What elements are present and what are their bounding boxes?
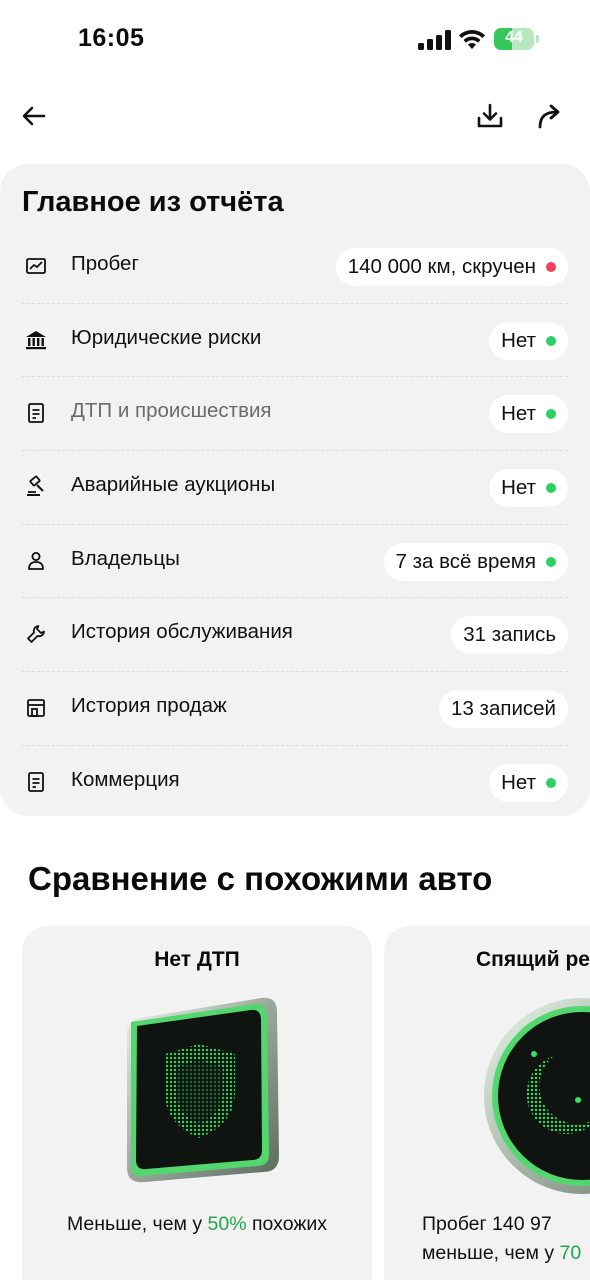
status-dot (546, 335, 556, 346)
status-dot (546, 262, 556, 272)
comparison-card-title: Спящий ре (476, 948, 590, 971)
comparison-card-sleep-mode[interactable]: Спящий ре Пробег 140 97 меньше, чем у 70 (384, 926, 590, 1280)
summary-list: Пробег 140 000 км, скручен Юридические рис… (22, 230, 568, 819)
summary-row-label: Владельцы (71, 546, 180, 570)
summary-row-label: Аварийные аукционы (71, 473, 276, 497)
status-dot (546, 556, 556, 567)
summary-row-value-pill: Нет (489, 469, 568, 508)
share-arrow-icon (538, 104, 560, 129)
summary-row-label: Пробег (71, 252, 139, 275)
status-time: 16:05 (78, 24, 145, 52)
summary-row-label: ДТП и происшествия (71, 399, 272, 423)
summary-row[interactable]: История обслуживания 31 запись (22, 598, 568, 673)
comparison-carousel[interactable]: Нет ДТП Меньше, чем у 50% похожих Спящий… (0, 926, 590, 1280)
comparison-card-description: Пробег 140 97 меньше, чем у 70 (422, 1213, 582, 1264)
status-dot (546, 777, 556, 788)
summary-row[interactable]: Коммерция Нет (22, 746, 568, 819)
top-navigation (0, 90, 590, 146)
report-summary-card: Главное из отчёта Пробег 140 000 км, скру… (0, 164, 590, 816)
share-button[interactable] (530, 96, 570, 136)
status-bar: 16:05 44 (0, 0, 590, 80)
bank-icon (22, 326, 50, 354)
summary-row-value-pill: Нет (489, 321, 568, 360)
summary-row-value-pill: 31 запись (451, 616, 568, 655)
battery-indicator: 44 (494, 28, 540, 50)
document-icon (22, 399, 50, 427)
comparison-title: Сравнение с похожими авто (28, 860, 493, 897)
summary-row-label: Юридические риски (71, 325, 262, 349)
person-icon (22, 547, 50, 575)
summary-row-label: История обслуживания (71, 620, 293, 644)
summary-row-value-pill: 7 за всё время (383, 542, 568, 581)
cellular-signal-icon (418, 30, 451, 50)
battery-level: 44 (505, 29, 523, 46)
gavel-icon (22, 473, 50, 501)
summary-row-value: 140 000 км, скручен (347, 255, 536, 278)
back-button[interactable] (14, 96, 54, 136)
summary-row-label: История продаж (71, 694, 227, 718)
summary-row-label: Коммерция (71, 767, 180, 791)
summary-row-value: Нет (501, 402, 536, 426)
summary-row-value-pill: Нет (489, 763, 568, 802)
summary-row[interactable]: Аварийные аукционы Нет (22, 451, 568, 525)
download-icon (477, 103, 503, 128)
status-dot (546, 409, 556, 420)
summary-title: Главное из отчёта (22, 186, 284, 218)
comparison-card-description: Меньше, чем у 50% похожих (66, 1213, 328, 1235)
summary-row[interactable]: Юридические риски Нет (22, 304, 568, 378)
mileage-chart-icon (22, 252, 50, 280)
shop-icon (22, 694, 50, 722)
summary-row-value: 31 запись (463, 623, 556, 647)
download-button[interactable] (470, 96, 510, 136)
summary-row[interactable]: ДТП и происшествия Нет (22, 377, 568, 452)
summary-row-value: Нет (501, 476, 536, 500)
summary-row-value: 7 за всё время (395, 549, 537, 573)
comparison-card-no-accidents[interactable]: Нет ДТП Меньше, чем у 50% похожих (22, 926, 372, 1280)
summary-row-value: Нет (501, 770, 536, 794)
summary-row[interactable]: Пробег 140 000 км, скручен (22, 230, 568, 304)
wifi-icon (459, 30, 485, 49)
comparison-card-title: Нет ДТП (154, 948, 240, 971)
summary-row-value-pill: 13 записей (439, 690, 568, 729)
summary-row[interactable]: История продаж 13 записей (22, 672, 568, 746)
shield-badge-icon (127, 997, 279, 1183)
summary-row[interactable]: Владельцы 7 за всё время (22, 525, 568, 599)
document-icon (22, 768, 50, 796)
summary-row-value-pill: 140 000 км, скручен (335, 248, 568, 286)
moon-badge-icon (484, 998, 590, 1194)
summary-row-value-pill: Нет (489, 395, 568, 434)
summary-row-value: Нет (501, 328, 536, 352)
status-dot (546, 483, 556, 494)
summary-row-value: 13 записей (451, 697, 556, 721)
wrench-icon (22, 620, 50, 648)
arrow-left-icon (22, 106, 46, 126)
